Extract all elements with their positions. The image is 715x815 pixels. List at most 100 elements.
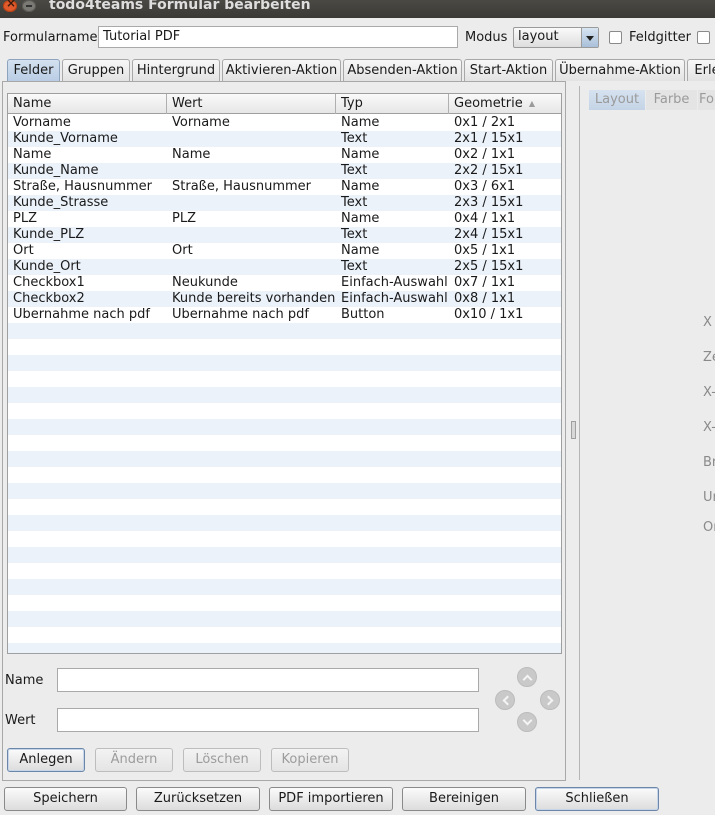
anlegen-button[interactable]: Anlegen: [7, 748, 85, 772]
column-header-geometrie[interactable]: Geometrie ▲: [449, 94, 561, 114]
formname-label: Formularname: [3, 30, 98, 45]
fields-table[interactable]: Name Wert Typ Geometrie ▲ Vorname Vorname…: [7, 93, 562, 654]
tab-6[interactable]: Übernahme-Aktion: [555, 59, 685, 81]
table-row-empty: [8, 531, 561, 547]
window-minimize-button[interactable]: [22, 0, 36, 12]
split-handle-icon[interactable]: [571, 421, 576, 439]
loeschen-button[interactable]: Löschen: [183, 748, 261, 772]
table-cell: PLZ: [172, 211, 196, 226]
table-cell: Text: [341, 131, 368, 146]
table-row-empty: [8, 643, 561, 653]
table-row-empty: [8, 627, 561, 643]
table-cell: [167, 259, 336, 275]
table-row[interactable]: Name Name Name 0x2 / 1x1: [8, 147, 561, 163]
property-label: X: [703, 315, 712, 330]
table-cell: 2x3 / 15x1: [454, 195, 524, 210]
tab-2[interactable]: Hintergrund: [132, 59, 220, 81]
feldgitter-label: Feldgitter: [629, 30, 692, 45]
schliessen-button[interactable]: Schließen: [535, 787, 659, 811]
editor-name-label: Name: [5, 673, 44, 688]
table-row[interactable]: Ort Ort Name 0x5 / 1x1: [8, 243, 561, 259]
window-close-button[interactable]: [3, 0, 17, 12]
nav-left-button[interactable]: [495, 690, 515, 710]
table-row-empty: [8, 611, 561, 627]
feldgitter-checkbox[interactable]: [609, 31, 622, 44]
aendern-button[interactable]: Ändern: [95, 748, 173, 772]
table-row[interactable]: Straße, Hausnummer Straße, Hausnummer Name…: [8, 179, 561, 195]
property-label: X-e: [703, 420, 715, 435]
kopieren-button[interactable]: Kopieren: [271, 748, 349, 772]
table-cell: Kunde bereits vorhanden: [172, 291, 336, 306]
table-row-empty: [8, 547, 561, 563]
modus-label: Modus: [465, 30, 508, 45]
tab-0[interactable]: Felder: [7, 59, 60, 81]
window-title: todo4teams Formular bearbeiten: [49, 0, 311, 13]
table-row[interactable]: PLZ PLZ Name 0x4 / 1x1: [8, 211, 561, 227]
table-row[interactable]: Kunde_Name Text 2x2 / 15x1: [8, 163, 561, 179]
table-header: Name Wert Typ Geometrie ▲: [8, 94, 561, 114]
table-row-empty: [8, 579, 561, 595]
table-cell: Checkbox1: [13, 275, 85, 290]
table-cell: Vorname: [172, 115, 230, 130]
zuruecksetzen-button[interactable]: Zurücksetzen: [136, 787, 260, 811]
table-row[interactable]: Checkbox2 Kunde bereits vorhanden Einfach-…: [8, 291, 561, 307]
table-cell: Name: [341, 115, 380, 130]
table-row-empty: [8, 339, 561, 355]
table-cell: Text: [341, 163, 368, 178]
properties-tab-1[interactable]: Farbe: [646, 90, 697, 110]
table-cell: 0x1 / 2x1: [454, 115, 516, 130]
tab-7[interactable]: Erle: [687, 59, 715, 81]
modus-select[interactable]: layout: [513, 27, 599, 48]
table-row[interactable]: Checkbox1 Neukunde Einfach-Auswahl 0x7 / 1x…: [8, 275, 561, 291]
column-header-typ[interactable]: Typ: [336, 94, 449, 114]
extra-checkbox[interactable]: [697, 31, 710, 44]
properties-tab-0[interactable]: Layout: [589, 90, 645, 110]
table-row-empty: [8, 403, 561, 419]
table-row-empty: [8, 371, 561, 387]
properties-panel: [579, 86, 715, 780]
table-cell: 0x4 / 1x1: [454, 211, 516, 226]
table-cell: Kunde_Strasse: [13, 195, 109, 210]
title-bar: todo4teams Formular bearbeiten: [0, 0, 715, 18]
pdf-importieren-button[interactable]: PDF importieren: [269, 787, 393, 811]
table-cell: Neukunde: [172, 275, 238, 290]
table-cell: Übernahme nach pdf: [13, 307, 150, 322]
table-row-empty: [8, 419, 561, 435]
column-header-wert[interactable]: Wert: [167, 94, 336, 114]
table-cell: 0x7 / 1x1: [454, 275, 516, 290]
table-cell: Button: [341, 307, 385, 322]
nav-down-button[interactable]: [517, 712, 537, 732]
table-row[interactable]: Kunde_Ort Text 2x5 / 15x1: [8, 259, 561, 275]
table-row[interactable]: Vorname Vorname Name 0x1 / 2x1: [8, 115, 561, 131]
table-cell: PLZ: [13, 211, 37, 226]
nav-right-button[interactable]: [540, 690, 560, 710]
tab-3[interactable]: Aktivieren-Aktion: [222, 59, 341, 81]
table-row[interactable]: Kunde_Strasse Text 2x3 / 15x1: [8, 195, 561, 211]
table-cell: 0x2 / 1x1: [454, 147, 516, 162]
table-cell: 0x3 / 6x1: [454, 179, 516, 194]
tab-4[interactable]: Absenden-Aktion: [343, 59, 462, 81]
speichern-button[interactable]: Speichern: [4, 787, 127, 811]
table-cell: [167, 163, 336, 179]
table-cell: [167, 227, 336, 243]
editor-name-input[interactable]: [57, 668, 479, 692]
property-label: Br: [703, 455, 715, 470]
tab-1[interactable]: Gruppen: [62, 59, 130, 81]
properties-tab-2[interactable]: Fo: [698, 90, 715, 110]
table-cell: Straße, Hausnummer: [172, 179, 312, 194]
table-cell: Name: [172, 147, 211, 162]
tab-5[interactable]: Start-Aktion: [464, 59, 553, 81]
table-cell: Kunde_PLZ: [13, 227, 85, 242]
bereinigen-button[interactable]: Bereinigen: [402, 787, 526, 811]
table-row-empty: [8, 323, 561, 339]
nav-up-button[interactable]: [517, 667, 537, 687]
column-header-name[interactable]: Name: [8, 94, 167, 114]
table-row[interactable]: Übernahme nach pdf Übernahme nach pdf Butt…: [8, 307, 561, 323]
formname-input[interactable]: Tutorial PDF: [98, 26, 458, 48]
chevron-down-icon: [581, 28, 598, 47]
table-cell: [167, 195, 336, 211]
table-row[interactable]: Kunde_PLZ Text 2x4 / 15x1: [8, 227, 561, 243]
property-label: X-l: [703, 385, 715, 400]
table-row[interactable]: Kunde_Vorname Text 2x1 / 15x1: [8, 131, 561, 147]
editor-wert-input[interactable]: [57, 708, 479, 732]
